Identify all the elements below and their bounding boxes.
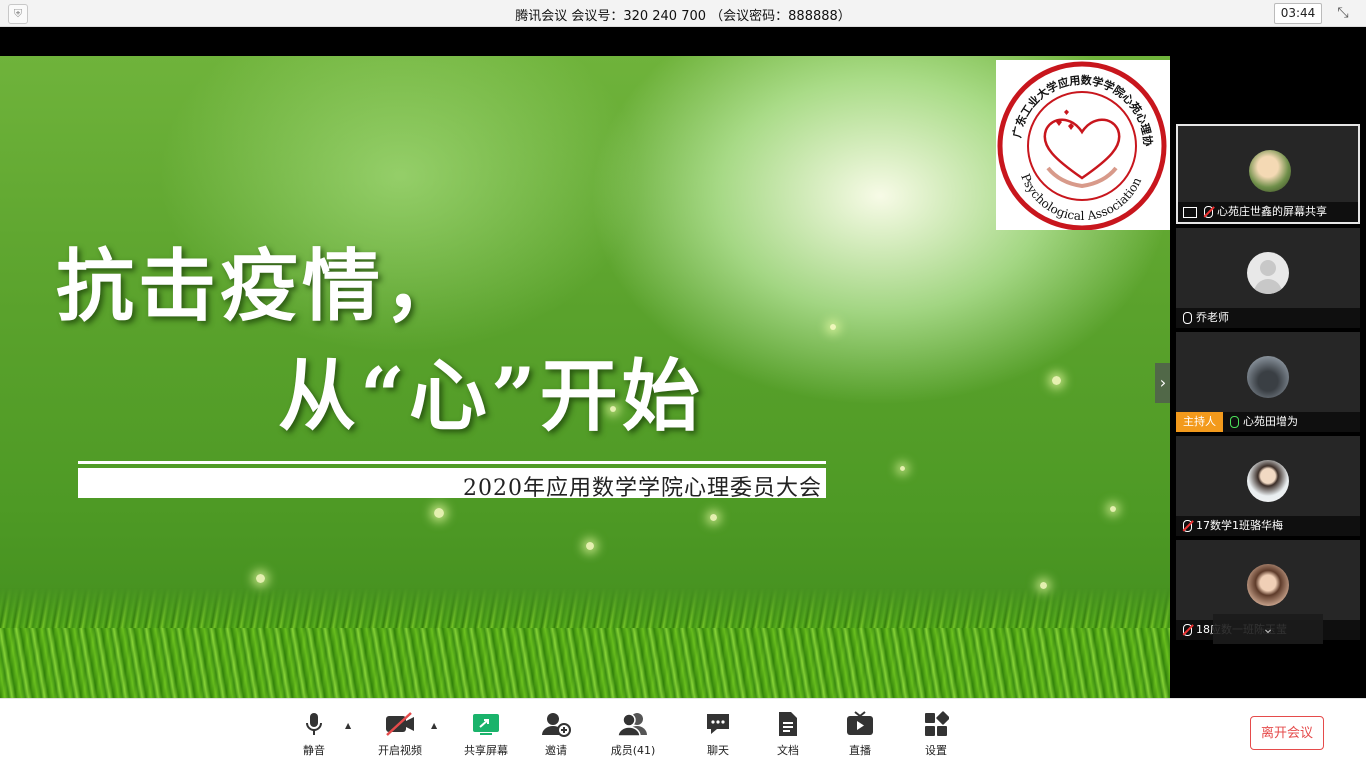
document-icon	[775, 711, 801, 737]
slide-banner: 2020年应用数学学院心理委员大会	[78, 468, 826, 501]
screen-share-icon	[1183, 206, 1197, 218]
mute-label: 静音	[303, 744, 325, 757]
audio-options-caret-icon[interactable]: ▲	[345, 721, 351, 730]
default-avatar-head	[1260, 260, 1276, 276]
slide-headline-line2: 从“心”开始	[278, 351, 704, 442]
share-screen-icon	[471, 711, 501, 737]
share-screen-button[interactable]: 共享屏幕	[451, 711, 521, 758]
mic-muted-icon	[1204, 206, 1213, 218]
exit-fullscreen-icon[interactable]: ⤡	[1334, 4, 1352, 22]
default-avatar-body	[1254, 279, 1282, 294]
banner-divider	[78, 461, 826, 464]
live-icon	[845, 711, 875, 737]
avatar	[1247, 356, 1289, 398]
participant-namebar: 17数学1班骆华梅	[1176, 516, 1360, 536]
meeting-timer: 03:44	[1274, 3, 1322, 24]
live-stream-button[interactable]: 直播	[825, 711, 895, 758]
video-options-caret-icon[interactable]: ▲	[431, 721, 437, 730]
slide-headline-line1: 抗击疫情，	[56, 241, 467, 332]
invite-button[interactable]: 邀请	[521, 711, 591, 758]
participant-tile[interactable]: 17数学1班骆华梅	[1176, 436, 1360, 536]
window-titlebar: ⛨ 腾讯会议 会议号：320 240 700 （会议密码：888888） 03:…	[0, 0, 1366, 27]
avatar	[1247, 252, 1289, 294]
chat-label: 聊天	[707, 744, 729, 757]
video-off-icon	[384, 711, 416, 737]
participant-tile[interactable]: 心苑庄世鑫的屏幕共享	[1176, 124, 1360, 224]
participant-namebar: 乔老师	[1176, 308, 1360, 328]
grass-decoration	[0, 628, 1170, 698]
settings-label: 设置	[925, 744, 947, 757]
logo-text-cn: 广东工业大学应用数学学院心苑心理协会	[991, 56, 1156, 147]
microphone-icon	[301, 711, 327, 737]
members-button[interactable]: 成员(41)	[598, 711, 668, 758]
mic-muted-icon	[1183, 520, 1192, 532]
mic-muted-icon	[1183, 624, 1192, 636]
participant-name: 心苑田增为	[1243, 415, 1298, 428]
share-screen-label: 共享屏幕	[464, 744, 508, 757]
bokeh-light	[1110, 506, 1116, 512]
members-icon	[617, 711, 649, 737]
document-button[interactable]: 文档	[753, 711, 823, 758]
participant-name: 17数学1班骆华梅	[1196, 519, 1283, 532]
start-video-button[interactable]: 开启视频	[365, 711, 435, 758]
members-label: 成员(41)	[610, 744, 656, 757]
start-video-label: 开启视频	[378, 744, 422, 757]
meeting-toolbar: 静音 ▲ 开启视频 ▲ 共享屏幕 邀请 成员(41) 聊天 文档 直播 设置 离…	[0, 698, 1366, 768]
invite-label: 邀请	[545, 744, 567, 757]
live-label: 直播	[849, 744, 871, 757]
participant-tile[interactable]: 主持人 心苑田增为	[1176, 332, 1360, 432]
settings-icon	[923, 711, 950, 737]
bokeh-light	[256, 574, 265, 583]
bokeh-light	[710, 514, 717, 521]
avatar	[1247, 564, 1289, 606]
bokeh-light	[434, 508, 444, 518]
participant-tile[interactable]: 乔老师	[1176, 228, 1360, 328]
invite-icon	[541, 711, 571, 737]
participant-name: 乔老师	[1196, 311, 1229, 324]
svg-text:广东工业大学应用数学学院心苑心理协会: 广东工业大学应用数学学院心苑心理协会	[996, 60, 1155, 147]
chat-icon	[705, 711, 731, 737]
settings-button[interactable]: 设置	[901, 711, 971, 758]
bokeh-light	[586, 542, 594, 550]
bokeh-light	[900, 466, 905, 471]
bokeh-light	[830, 324, 836, 330]
chat-button[interactable]: 聊天	[683, 711, 753, 758]
participant-namebar: 主持人 心苑田增为	[1176, 412, 1360, 432]
meeting-title: 腾讯会议 会议号：320 240 700 （会议密码：888888）	[515, 9, 851, 24]
mute-button[interactable]: 静音	[279, 711, 349, 758]
avatar	[1249, 150, 1291, 192]
next-page-arrow[interactable]: ›	[1155, 363, 1170, 403]
mic-icon	[1183, 312, 1192, 324]
mic-active-icon	[1230, 416, 1239, 428]
host-badge: 主持人	[1176, 412, 1223, 432]
bokeh-light	[1052, 376, 1061, 385]
leave-meeting-button[interactable]: 离开会议	[1250, 716, 1324, 750]
document-label: 文档	[777, 744, 799, 757]
scroll-down-chevron-icon[interactable]: ⌄	[1213, 614, 1323, 644]
association-logo: 广东工业大学应用数学学院心苑心理协会 Psychological Associa…	[991, 56, 1170, 231]
logo-seal-icon: 广东工业大学应用数学学院心苑心理协会 Psychological Associa…	[991, 56, 1167, 231]
participant-name: 心苑庄世鑫的屏幕共享	[1217, 205, 1327, 218]
participant-namebar: 心苑庄世鑫的屏幕共享	[1178, 202, 1358, 222]
avatar	[1247, 460, 1289, 502]
banner-text: 2020年应用数学学院心理委员大会	[463, 476, 822, 501]
shared-screen: 抗击疫情， 从“心”开始 2020年应用数学学院心理委员大会 广东工业大学应用数…	[0, 56, 1170, 698]
